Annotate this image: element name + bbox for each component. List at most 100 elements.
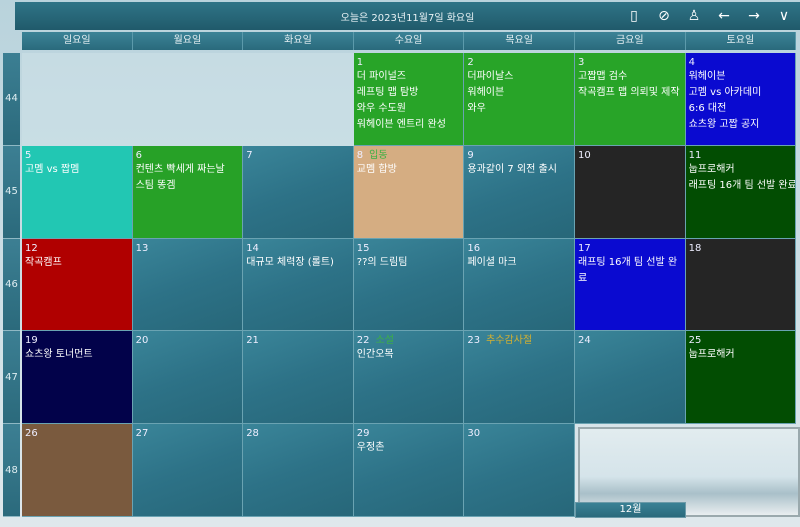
weekday-4: 목요일 [464, 32, 575, 50]
day-cell-2[interactable]: 2 더파이날스 워헤이븐 와우 [464, 53, 575, 146]
event-item[interactable]: 작곡캠프 맵 의뢰및 제작 [578, 85, 682, 101]
day-header: 2 [467, 56, 571, 69]
event-item[interactable]: 래프팅 16개 팀 선발 완 [578, 255, 682, 271]
event-item[interactable]: 6:6 대전 [689, 101, 793, 117]
day-cell-5[interactable]: 5 고멤 vs 짭멤 [22, 145, 133, 239]
day-cell-11[interactable]: 11 눕프로해커 래프팅 16개 팀 선발 완료 [685, 145, 797, 239]
day-header: 5 [25, 149, 129, 162]
day-number: 18 [688, 242, 702, 254]
day-cell-9[interactable]: 9 용과같이 7 외전 출시 [464, 145, 575, 239]
week-number: 47 [3, 331, 20, 425]
event-item[interactable]: 스팀 똥겜 [136, 178, 240, 194]
day-number: 12 [25, 242, 38, 254]
day-number: 27 [135, 428, 149, 440]
chevron-down-icon[interactable]: ∨ [774, 7, 794, 25]
day-header: 12 [25, 242, 129, 255]
day-header: 30 [467, 427, 571, 440]
day-cell-13[interactable]: 13 [132, 238, 244, 332]
event-item[interactable]: 눕프로해커 [689, 162, 793, 178]
event-item[interactable]: 쇼츠왕 토너먼트 [25, 347, 129, 363]
day-cell-19[interactable]: 19 쇼츠왕 토너먼트 [22, 331, 133, 425]
arrow-left-icon[interactable]: ← [714, 7, 734, 25]
day-header: 24 [578, 334, 682, 347]
weekday-2: 화요일 [243, 32, 354, 50]
day-header: 14 [246, 242, 350, 255]
event-item[interactable]: 작곡캠프 [25, 255, 129, 271]
day-cell-3[interactable]: 3 고짭맵 검수 작곡캠프 맵 의뢰및 제작 [575, 53, 686, 146]
phone-icon[interactable]: ▯ [624, 7, 644, 25]
event-item[interactable]: 페이셜 마크 [467, 255, 571, 271]
event-item[interactable]: 워헤이븐 [689, 69, 793, 85]
day-cell-15[interactable]: 15 ??의 드림팀 [353, 238, 465, 332]
day-cell-24[interactable]: 24 [575, 331, 686, 425]
day-cell-29[interactable]: 29 우정촌 [353, 424, 465, 517]
day-cell-23[interactable]: 23 추수감사절 [464, 331, 575, 425]
day-cell-25[interactable]: 25 눕프로해커 [685, 331, 797, 425]
event-item[interactable]: 래프팅 16개 팀 선발 완료 [689, 178, 796, 194]
day-header: 29 [357, 427, 461, 440]
day-header: 27 [136, 427, 240, 440]
next-month-tab[interactable]: 12월 [575, 502, 686, 518]
day-header: 10 [578, 149, 682, 162]
holiday-label: 소설 [375, 335, 394, 347]
day-header: 19 [25, 334, 129, 347]
day-cell-18[interactable]: 18 [685, 238, 797, 332]
day-cell-8[interactable]: 8 입동 교멤 합방 [353, 145, 465, 239]
day-cell-4[interactable]: 4 워헤이븐 고멤 vs 아카데미 6:6 대전 쇼츠왕 고짭 공지 [685, 53, 797, 146]
event-item[interactable]: 우정촌 [357, 440, 461, 456]
event-item[interactable]: 료 [578, 271, 682, 287]
user-icon[interactable]: ♙ [684, 7, 704, 25]
holiday-label: 추수감사절 [486, 335, 533, 347]
day-cell-7[interactable]: 7 [243, 145, 354, 239]
day-number: 28 [246, 428, 259, 440]
day-number: 8 [356, 149, 364, 161]
day-cell-27[interactable]: 27 [132, 424, 244, 517]
day-cell-14[interactable]: 14 대규모 체력장 (롤트) [243, 238, 354, 332]
day-number: 24 [578, 335, 591, 347]
event-item[interactable]: 더파이날스 [467, 69, 571, 85]
day-header: 16 [467, 242, 571, 255]
weekday-3: 수요일 [353, 32, 465, 50]
day-number: 16 [467, 242, 481, 254]
event-item[interactable]: 인간오목 [357, 347, 461, 363]
event-item[interactable]: 고멤 vs 아카데미 [689, 85, 793, 101]
day-cell-22[interactable]: 22 소설 인간오목 [353, 331, 465, 425]
day-cell-12[interactable]: 12 작곡캠프 [22, 238, 133, 332]
day-cell-21[interactable]: 21 [243, 331, 354, 425]
day-header: 4 [689, 56, 793, 69]
day-number: 20 [135, 335, 149, 347]
event-item[interactable]: 와우 수도원 [357, 101, 461, 117]
day-cell-1[interactable]: 1더 파이널즈 레프팅 맵 탐방 와우 수도원 워헤이븐 엔트리 완성 [353, 53, 465, 146]
event-item[interactable]: 워헤이븐 엔트리 완성 [357, 117, 461, 133]
day-cell-6[interactable]: 6 컨텐츠 빡세게 짜는날 스팀 똥겜 [132, 145, 244, 239]
day-number: 21 [246, 335, 259, 347]
day-header: 6 [136, 149, 240, 162]
event-item[interactable]: ??의 드림팀 [357, 255, 461, 271]
day-cell-10[interactable]: 10 [575, 145, 686, 239]
event-item[interactable]: 더 파이널즈 [357, 69, 461, 85]
day-cell-17[interactable]: 17 래프팅 16개 팀 선발 완료 [575, 238, 686, 332]
day-cell-26[interactable]: 26 [22, 424, 133, 517]
event-item[interactable]: 컨텐츠 빡세게 짜는날 [136, 162, 240, 178]
event-item[interactable]: 교멤 합방 [357, 162, 461, 178]
day-header: 28 [246, 427, 350, 440]
event-item[interactable]: 대규모 체력장 (롤트) [246, 255, 350, 271]
day-cell-28[interactable]: 28 [243, 424, 354, 517]
cloud-check-icon[interactable]: ⊘ [654, 7, 674, 25]
event-item[interactable]: 쇼츠왕 고짭 공지 [689, 117, 793, 133]
event-item[interactable]: 와우 [467, 101, 571, 117]
event-item[interactable]: 레프팅 맵 탐방 [357, 85, 461, 101]
arrow-right-icon[interactable]: → [744, 7, 764, 25]
event-item[interactable]: 용과같이 7 외전 출시 [467, 162, 571, 178]
day-cell-20[interactable]: 20 [132, 331, 244, 425]
event-item[interactable]: 고멤 vs 짭멤 [25, 162, 129, 178]
day-cell-16[interactable]: 16 페이셜 마크 [464, 238, 575, 332]
event-item[interactable]: 고짭맵 검수 [578, 69, 682, 85]
event-item[interactable]: 워헤이븐 [467, 85, 571, 101]
event-item[interactable]: 눕프로해커 [689, 347, 793, 363]
week-number: 45 [3, 145, 20, 239]
weekday-5: 금요일 [574, 32, 686, 50]
day-number: 17 [578, 242, 591, 254]
empty-day-cell [243, 53, 354, 146]
day-cell-30[interactable]: 30 [464, 424, 575, 517]
